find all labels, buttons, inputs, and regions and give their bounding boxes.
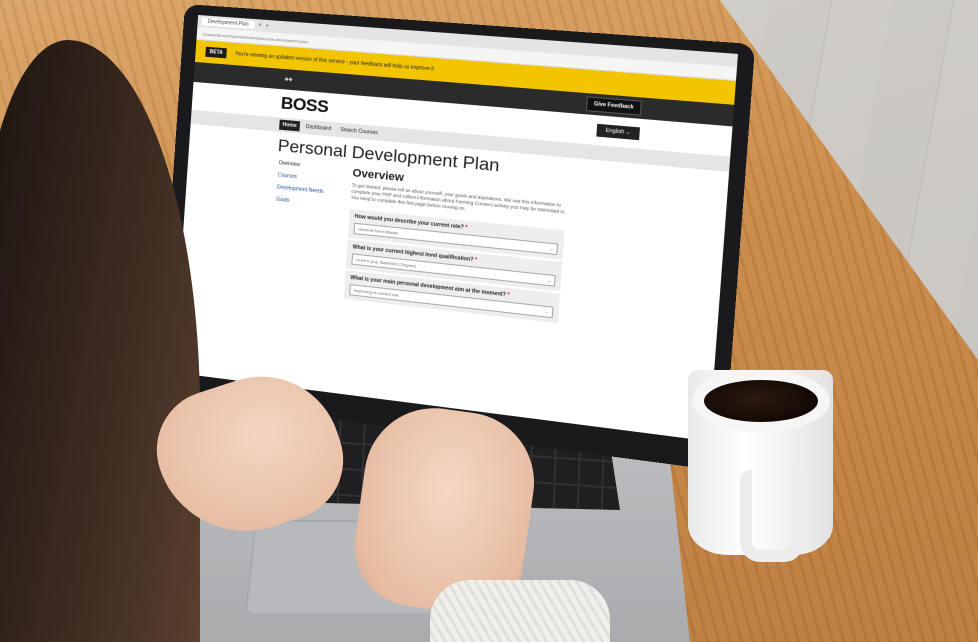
nav-dashboard[interactable]: Dashboard (302, 122, 334, 135)
new-tab-icon[interactable]: + (265, 23, 268, 29)
nav-home[interactable]: Home (279, 119, 301, 132)
side-link-goals[interactable]: Goals (276, 197, 338, 209)
chevron-down-icon: ⌄ (625, 129, 631, 137)
overview-section: Overview To get started, please tell us … (343, 167, 567, 325)
photo-scene: Development Plan × + bossportal.example/… (0, 0, 978, 642)
boss-logo[interactable]: BOSS (280, 93, 329, 117)
select-value: Improving in current role (353, 287, 400, 298)
side-link-overview[interactable]: Overview (279, 160, 341, 172)
language-label: English (605, 127, 625, 136)
knit-sleeve (430, 580, 610, 642)
beta-tag: BETA (205, 46, 228, 59)
select-value: Level 6 (e.g. Bachelor's Degree) (355, 257, 417, 269)
government-logo: ◆◆ (284, 76, 293, 83)
give-feedback-button[interactable]: Give Feedback (585, 96, 643, 116)
side-nav: Overview Courses Development Needs Goals (270, 160, 341, 299)
close-tab-icon[interactable]: × (258, 22, 261, 28)
language-select[interactable]: English ⌄ (596, 123, 641, 141)
coffee-surface (704, 380, 818, 422)
side-link-development-needs[interactable]: Development Needs (277, 184, 339, 196)
chevron-down-icon: ⌄ (549, 246, 554, 252)
select-value: General Farm Worker (357, 226, 399, 236)
chevron-down-icon: ⌄ (547, 277, 552, 284)
chevron-down-icon: ⌄ (544, 309, 549, 315)
side-link-courses[interactable]: Courses (278, 172, 340, 184)
mug-handle (740, 470, 804, 562)
